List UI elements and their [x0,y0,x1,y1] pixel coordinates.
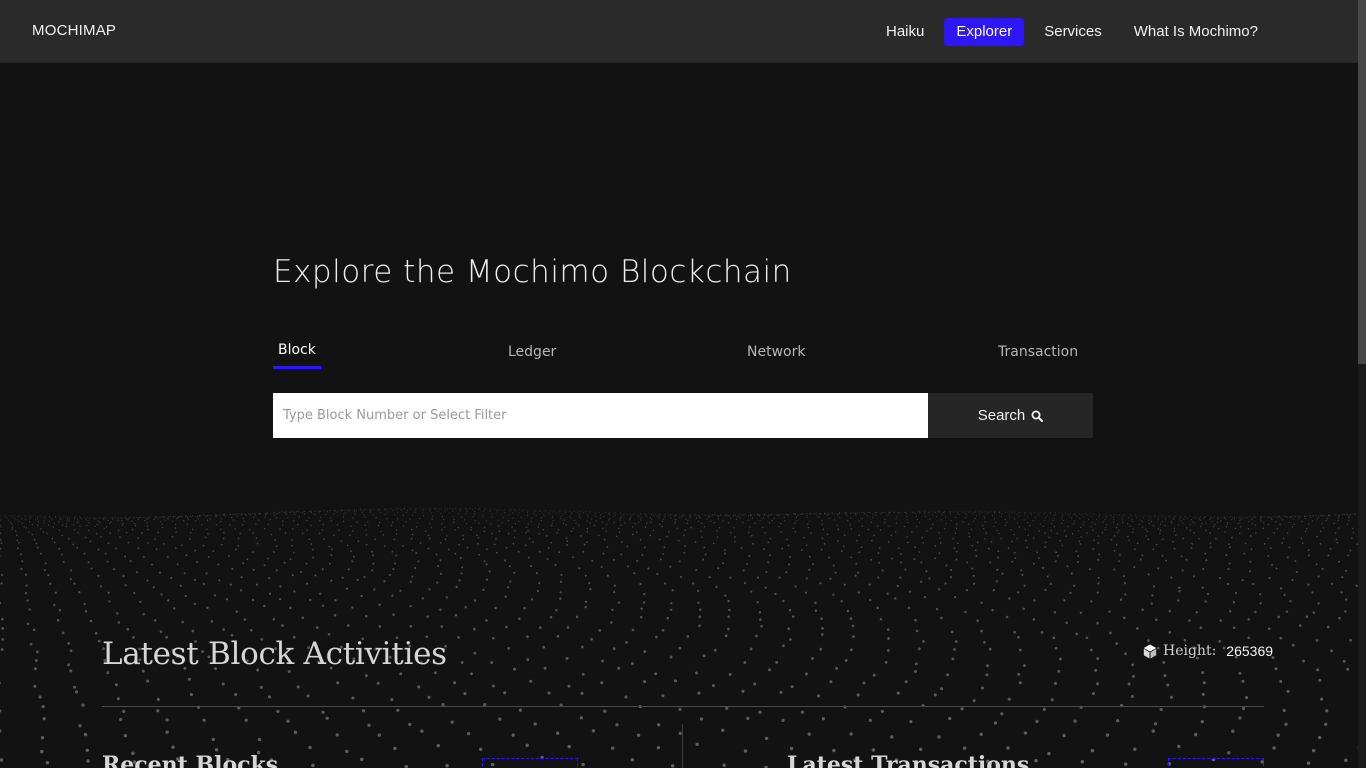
section-title: Latest Block Activities [102,636,447,672]
nav-haiku[interactable]: Haiku [874,18,936,46]
block-height: Height: 265369 [1143,643,1273,659]
main-nav: Haiku Explorer Services What Is Mochimo? [874,18,1278,46]
search-icon [1031,410,1044,422]
search-button[interactable]: Search [928,393,1093,438]
section-divider [102,706,1264,707]
recent-blocks-action-button[interactable] [482,758,578,768]
latest-transactions-title: Latest Transactions [787,752,1030,768]
recent-blocks-title: Recent Blocks [102,752,279,768]
hero-title: Explore the Mochimo Blockchain [273,254,792,290]
height-value: 265369 [1226,643,1274,659]
column-divider [682,724,683,768]
height-label: Height: [1163,643,1217,659]
brand-logo[interactable]: MOCHIMAP [32,22,116,39]
nav-explorer[interactable]: Explorer [944,18,1025,46]
search-input[interactable] [273,393,928,438]
page-scrollbar[interactable] [1358,0,1366,768]
filter-tabs: Block Ledger Network Transaction [273,338,1093,370]
top-navbar: MOCHIMAP Haiku Explorer Services What Is… [0,0,1358,63]
nav-services[interactable]: Services [1032,18,1114,46]
nav-what-is-mochimo[interactable]: What Is Mochimo? [1122,18,1270,46]
tab-block[interactable]: Block [273,338,321,369]
scrollbar-thumb[interactable] [1358,0,1366,364]
search-bar: Search [273,393,1093,438]
search-button-label: Search [977,407,1026,424]
tab-ledger[interactable]: Ledger [503,340,561,368]
tab-network[interactable]: Network [742,340,810,368]
latest-transactions-action-button[interactable] [1168,758,1264,768]
tab-transaction[interactable]: Transaction [993,340,1083,368]
cube-icon [1143,644,1157,658]
